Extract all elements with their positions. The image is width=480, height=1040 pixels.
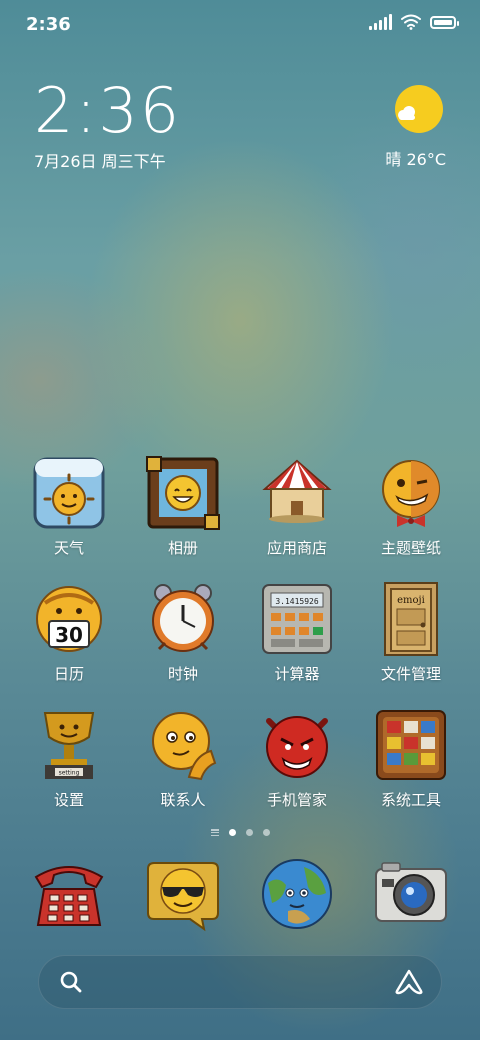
app-app-store[interactable]: 应用商店: [240, 455, 354, 581]
messages-icon: [147, 862, 219, 932]
app-label: 设置: [53, 791, 84, 809]
weather-icon: [33, 457, 105, 529]
app-label: 天气: [53, 539, 84, 557]
status-time: 2:36: [26, 14, 71, 35]
browser-icon: [262, 859, 332, 929]
app-tools[interactable]: 系统工具: [354, 707, 468, 833]
app-label: 联系人: [160, 791, 206, 809]
app-themes[interactable]: 主题壁纸: [354, 455, 468, 581]
search-icon[interactable]: [59, 970, 83, 994]
page-dot[interactable]: [262, 829, 270, 836]
minus-one-page-icon[interactable]: [210, 829, 219, 836]
sun-cloud-icon: [395, 85, 443, 133]
gallery-icon: [146, 456, 220, 530]
app-label: 系统工具: [380, 791, 441, 809]
app-calculator[interactable]: 3.1415926 计算器: [240, 581, 354, 707]
app-label: 日历: [53, 665, 84, 683]
home-screen: 2:36 2:36 7月26日 周三下午 晴 26°C 天气 相册 应用商店 主…: [0, 0, 480, 1040]
app-messages[interactable]: [126, 855, 240, 935]
phone-icon: [34, 866, 104, 926]
app-contacts[interactable]: 联系人: [126, 707, 240, 833]
app-security[interactable]: 手机管家: [240, 707, 354, 833]
app-camera[interactable]: [354, 855, 468, 935]
calendar-icon: 30: [36, 586, 102, 652]
app-weather[interactable]: 天气: [12, 455, 126, 581]
clock-date: 7月26日 周三下午: [34, 152, 166, 171]
assistant-icon[interactable]: [395, 969, 423, 995]
app-clock[interactable]: 时钟: [126, 581, 240, 707]
weather-widget[interactable]: 晴 26°C: [336, 82, 446, 172]
settings-icon: setting: [43, 712, 95, 779]
app-calendar[interactable]: 30 日历: [12, 581, 126, 707]
app-label: 时钟: [167, 665, 198, 683]
clock-widget[interactable]: 2:36 7月26日 周三下午: [34, 80, 181, 172]
app-label: 相册: [167, 539, 198, 557]
signal-icon: [369, 14, 392, 30]
clock-icon: [152, 584, 214, 652]
app-grid: 天气 相册 应用商店 主题壁纸 30 日历 时钟 3.1415926 计算器 e…: [12, 455, 468, 833]
calculator-icon: 3.1415926: [262, 584, 332, 654]
app-row: 天气 相册 应用商店 主题壁纸: [12, 455, 468, 581]
app-file-manager[interactable]: emoji 文件管理: [354, 581, 468, 707]
app-label: 主题壁纸: [380, 539, 441, 557]
app-row: 30 日历 时钟 3.1415926 计算器 emoji 文件管理: [12, 581, 468, 707]
page-indicator[interactable]: [0, 829, 480, 836]
search-bar[interactable]: [38, 955, 442, 1009]
app-label: 应用商店: [266, 539, 327, 557]
camera-icon: [375, 862, 447, 922]
themes-icon: [382, 460, 440, 527]
wifi-icon: [401, 14, 421, 30]
app-settings[interactable]: setting 设置: [12, 707, 126, 833]
status-bar: 2:36: [0, 0, 480, 48]
clock-time: 2:36: [34, 74, 182, 147]
file-manager-icon-text: emoji: [397, 595, 425, 606]
tools-icon: [376, 710, 446, 780]
app-browser[interactable]: [240, 855, 354, 935]
status-icons: [369, 14, 459, 30]
app-gallery[interactable]: 相册: [126, 455, 240, 581]
file-manager-icon: emoji: [384, 582, 438, 656]
settings-icon-text: setting: [59, 770, 80, 777]
security-icon: [266, 716, 328, 778]
page-dot[interactable]: [245, 829, 253, 836]
app-label: 文件管理: [380, 665, 441, 683]
app-row: setting 设置 联系人 手机管家 系统工具: [12, 707, 468, 833]
app-phone[interactable]: [12, 855, 126, 935]
app-label: 计算器: [274, 665, 320, 683]
weather-text: 晴 26°C: [385, 150, 446, 169]
calculator-display: 3.1415926: [275, 597, 319, 606]
contacts-icon: [152, 712, 217, 781]
calendar-icon-text: 30: [55, 623, 83, 647]
page-dot[interactable]: [228, 829, 236, 836]
battery-icon: [430, 15, 459, 29]
dock: [12, 855, 468, 935]
app-label: 手机管家: [266, 791, 327, 809]
app-store-icon: [262, 459, 332, 523]
